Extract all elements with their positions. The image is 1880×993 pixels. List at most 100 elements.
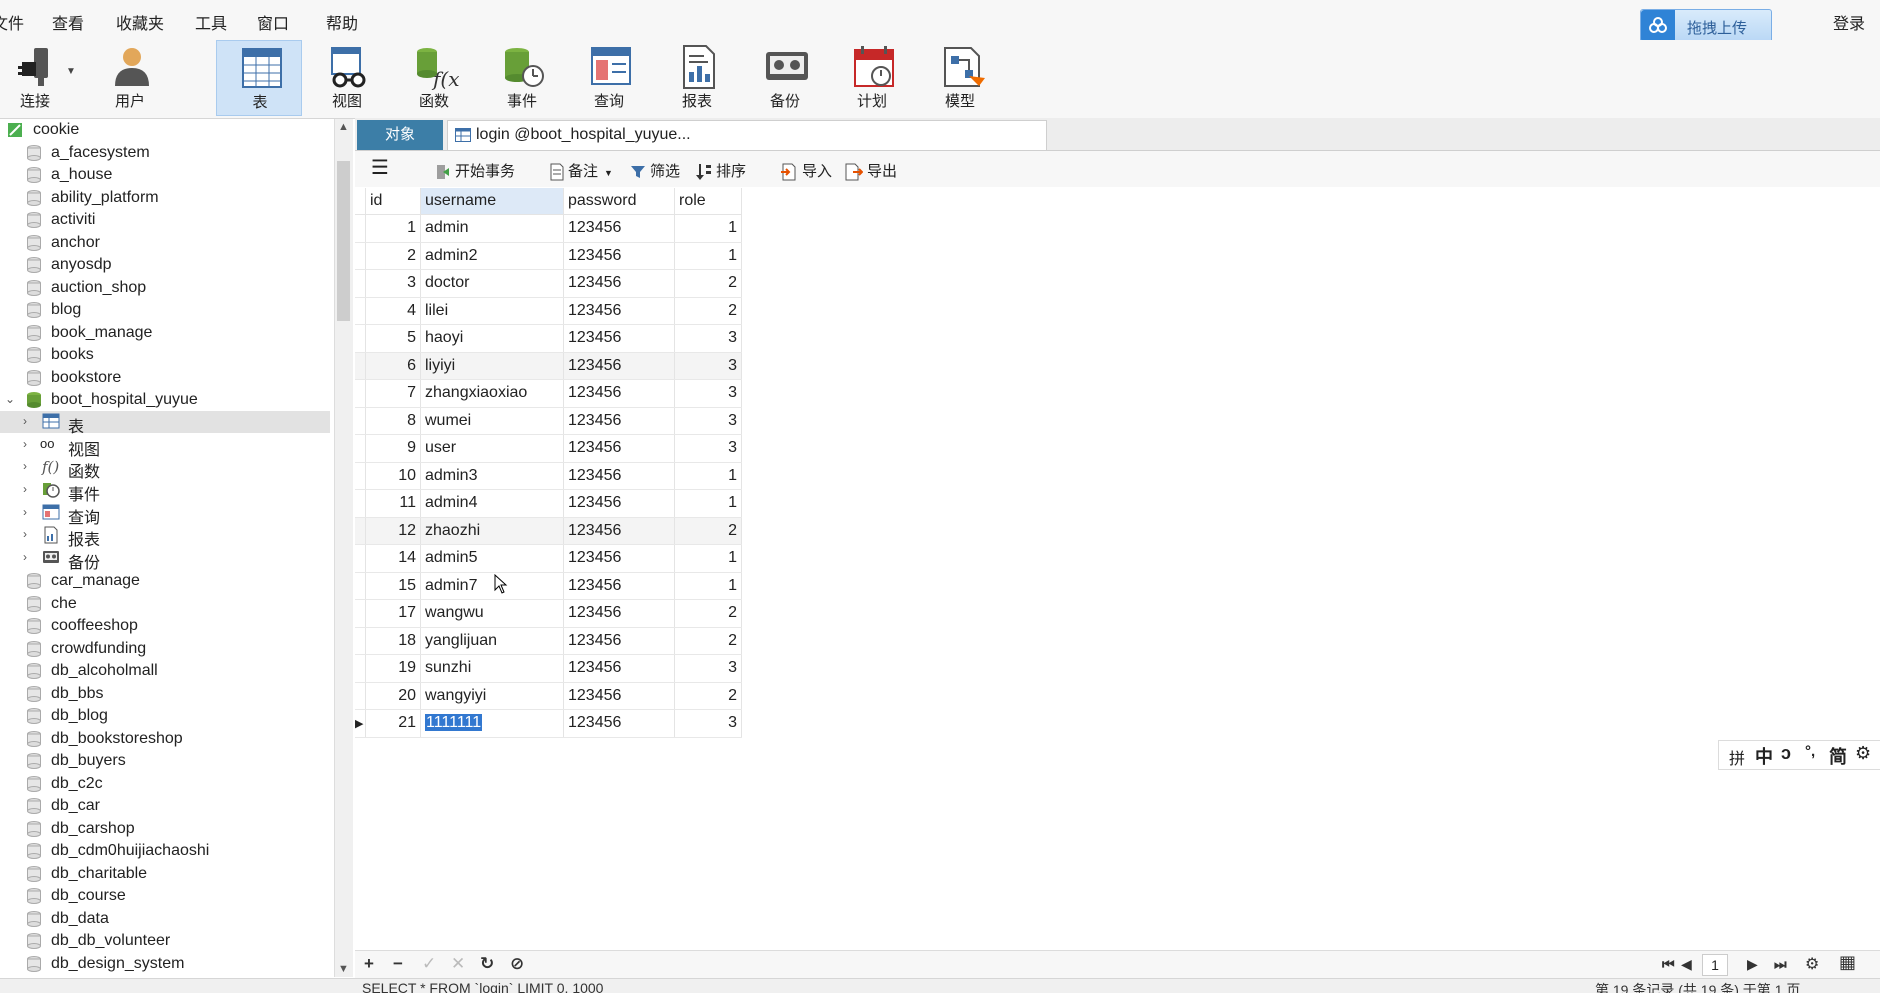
column-header-username[interactable]: username <box>420 188 564 215</box>
tree-db-item[interactable]: activiti <box>0 209 330 231</box>
filter-button[interactable]: 筛选 <box>630 160 680 181</box>
sort-button[interactable]: 排序 <box>696 160 746 181</box>
row-indicator[interactable] <box>355 242 366 270</box>
cell-password[interactable]: 123456 <box>563 462 675 490</box>
cell-username[interactable]: user <box>420 434 564 463</box>
cell-password[interactable]: 123456 <box>563 544 675 573</box>
ime-punctuation-icon[interactable]: °, <box>1805 743 1815 760</box>
last-page-icon[interactable]: ⏭ <box>1774 956 1787 973</box>
cell-id[interactable]: 17 <box>365 599 421 628</box>
cell-role[interactable]: 1 <box>674 462 742 490</box>
next-page-icon[interactable]: ▶ <box>1747 956 1758 973</box>
tree-db-item[interactable]: bookstore <box>0 367 330 389</box>
toolbar-table-button[interactable]: 表 <box>216 40 302 116</box>
tree-node-tables[interactable]: › 表 <box>0 411 330 436</box>
cell-id[interactable]: 14 <box>365 544 421 573</box>
cell-id[interactable]: 20 <box>365 682 421 710</box>
row-indicator[interactable] <box>355 379 366 408</box>
row-indicator[interactable] <box>355 599 366 628</box>
cell-role[interactable]: 1 <box>674 489 742 518</box>
column-header-id[interactable]: id <box>365 188 421 215</box>
cell-username[interactable]: wumei <box>420 407 564 435</box>
cell-username[interactable]: zhangxiaoxiao <box>420 379 564 408</box>
tree-db-item[interactable]: blog <box>0 299 330 321</box>
cell-username[interactable]: admin7 <box>420 572 564 600</box>
cell-role[interactable]: 3 <box>674 434 742 463</box>
add-record-icon[interactable]: + <box>364 954 374 974</box>
tree-scrollbar[interactable]: ▲ ▼ <box>334 119 353 977</box>
row-indicator[interactable] <box>355 654 366 683</box>
chevron-down-icon[interactable]: ⌄ <box>5 392 15 406</box>
chevron-down-icon[interactable]: ▼ <box>604 168 613 178</box>
ime-chinese-mode[interactable]: 中 <box>1755 743 1773 769</box>
toolbar-connect-button[interactable]: ▼ 连接 <box>0 40 78 116</box>
tree-connection-cookie[interactable]: cookie <box>0 119 330 141</box>
cell-role[interactable]: 2 <box>674 599 742 628</box>
table-row[interactable]: 11 admin4 123456 1 <box>355 489 742 518</box>
row-indicator[interactable] <box>355 517 366 545</box>
toolbar-report-button[interactable]: 报表 <box>654 40 740 116</box>
chevron-right-icon[interactable]: › <box>23 550 27 564</box>
note-button[interactable]: 备注 ▼ <box>550 160 613 181</box>
table-row[interactable]: 12 zhaozhi 123456 2 <box>355 517 742 545</box>
tree-db-item[interactable]: a_house <box>0 164 330 186</box>
cell-password[interactable]: 123456 <box>563 654 675 683</box>
table-row[interactable]: 19 sunzhi 123456 3 <box>355 654 742 683</box>
cell-id[interactable]: 21 <box>365 709 421 738</box>
toolbar-function-button[interactable]: f(x) 函数 <box>391 40 477 116</box>
grid-view-icon[interactable]: ▦ <box>1839 952 1856 973</box>
cell-id[interactable]: 2 <box>365 242 421 270</box>
row-indicator[interactable] <box>355 407 366 435</box>
cell-password[interactable]: 123456 <box>563 599 675 628</box>
cell-username[interactable]: wangwu <box>420 599 564 628</box>
toolbar-backup-button[interactable]: 备份 <box>742 40 828 116</box>
cell-id[interactable]: 4 <box>365 297 421 325</box>
cell-username[interactable]: admin3 <box>420 462 564 490</box>
tree-node-events[interactable]: › 事件 <box>0 479 330 504</box>
page-number-input[interactable]: 1 <box>1702 954 1728 976</box>
cell-role[interactable]: 3 <box>674 407 742 435</box>
row-indicator[interactable] <box>355 682 366 710</box>
row-indicator[interactable] <box>355 489 366 518</box>
tree-db-item[interactable]: a_facesystem <box>0 142 330 164</box>
cell-id[interactable]: 18 <box>365 627 421 655</box>
tree-db-item[interactable]: db_charitable <box>0 863 330 885</box>
table-row[interactable]: ▶ 21 1111111 123456 3 <box>355 709 742 738</box>
cell-id[interactable]: 10 <box>365 462 421 490</box>
begin-transaction-button[interactable]: 开始事务 <box>435 160 515 181</box>
cell-username[interactable]: 1111111 <box>420 709 564 738</box>
tab-objects[interactable]: 对象 <box>357 120 443 150</box>
row-indicator[interactable] <box>355 462 366 490</box>
discard-changes-icon[interactable]: ✕ <box>451 954 465 974</box>
chevron-right-icon[interactable]: › <box>23 527 27 541</box>
cell-id[interactable]: 5 <box>365 324 421 353</box>
tree-db-item[interactable]: book_manage <box>0 322 330 344</box>
table-row[interactable]: 18 yanglijuan 123456 2 <box>355 627 742 655</box>
cell-username[interactable]: lilei <box>420 297 564 325</box>
tree-node-reports[interactable]: › 报表 <box>0 524 330 549</box>
tree-db-item[interactable]: db_car <box>0 795 330 817</box>
row-indicator[interactable]: ▶ <box>355 709 366 738</box>
ime-settings-icon[interactable]: ⚙ <box>1855 743 1871 764</box>
table-row[interactable]: 14 admin5 123456 1 <box>355 544 742 573</box>
tree-node-queries[interactable]: › 查询 <box>0 502 330 527</box>
cell-role[interactable]: 2 <box>674 517 742 545</box>
cell-role[interactable]: 3 <box>674 709 742 738</box>
cell-id[interactable]: 11 <box>365 489 421 518</box>
cell-password[interactable]: 123456 <box>563 242 675 270</box>
tree-db-item[interactable]: db_bbs <box>0 683 330 705</box>
cell-password[interactable]: 123456 <box>563 214 675 243</box>
row-indicator[interactable] <box>355 352 366 380</box>
cell-id[interactable]: 9 <box>365 434 421 463</box>
row-indicator[interactable] <box>355 544 366 573</box>
tree-db-item[interactable]: db_buyers <box>0 750 330 772</box>
scroll-down-icon[interactable]: ▼ <box>338 963 349 975</box>
table-row[interactable]: 2 admin2 123456 1 <box>355 242 742 270</box>
cell-password[interactable]: 123456 <box>563 352 675 380</box>
cell-password[interactable]: 123456 <box>563 489 675 518</box>
tree-db-item[interactable]: db_design_system <box>0 953 330 975</box>
ime-pinyin-icon[interactable]: 拼 <box>1729 745 1745 769</box>
table-row[interactable]: 6 liyiyi 123456 3 <box>355 352 742 380</box>
cell-password[interactable]: 123456 <box>563 627 675 655</box>
cell-id[interactable]: 8 <box>365 407 421 435</box>
